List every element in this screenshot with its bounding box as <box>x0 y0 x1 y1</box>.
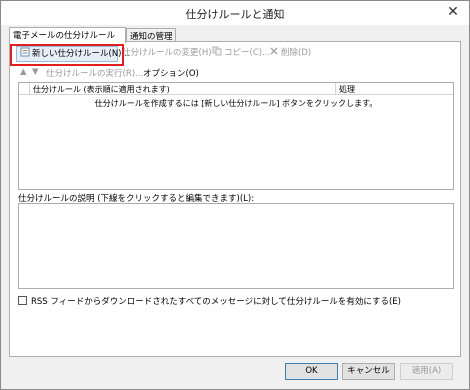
copy-label: コピー(C)... <box>224 48 271 58</box>
delete-icon <box>269 46 279 56</box>
apply-button[interactable]: 適用(A) <box>400 363 453 380</box>
title-bar: 仕分けルールと通知 ✕ <box>1 1 469 25</box>
change-rule-button[interactable]: 仕分けルールの変更(H) ▾ <box>122 46 219 62</box>
email-rules-panel: 新しい仕分けルール(N)... 仕分けルールの変更(H) ▾ コピー(C)... <box>9 41 461 357</box>
rules-list-header: 仕分けルール (表示順に適用されます) 処理 <box>19 83 453 95</box>
empty-list-message: 仕分けルールを作成するには [新しい仕分けルール] ボタンをクリックします。 <box>94 99 378 108</box>
rss-rules-checkbox[interactable] <box>18 296 27 305</box>
column-rule[interactable]: 仕分けルール (表示順に適用されます) <box>33 84 170 95</box>
move-up-icon[interactable]: ▲ <box>20 67 27 77</box>
column-action[interactable]: 処理 <box>339 84 355 95</box>
change-rule-label: 仕分けルールの変更(H) <box>122 48 212 58</box>
tab-manage-alerts[interactable]: 通知の管理 <box>126 28 176 42</box>
rules-secondary-toolbar: ▲ ▼ 仕分けルールの実行(R)... オプション(O) <box>16 66 456 80</box>
close-button[interactable]: ✕ <box>445 4 461 20</box>
column-separator <box>29 83 30 95</box>
options-button[interactable]: オプション(O) <box>143 67 199 79</box>
dialog-title: 仕分けルールと通知 <box>185 8 285 21</box>
copy-button[interactable]: コピー(C)... <box>212 46 270 62</box>
move-down-icon[interactable]: ▼ <box>32 67 39 77</box>
rules-list[interactable]: 仕分けルール (表示順に適用されます) 処理 仕分けルールを作成するには [新し… <box>18 82 454 190</box>
delete-label: 削除(D) <box>281 48 312 58</box>
rss-rules-label: RSS フィードからダウンロードされたすべてのメッセージに対して仕分けルールを有… <box>31 297 401 307</box>
highlight-annotation <box>10 44 124 66</box>
ok-button[interactable]: OK <box>285 363 338 380</box>
delete-button[interactable]: 削除(D) <box>269 46 311 62</box>
rule-description-box[interactable] <box>18 203 454 289</box>
copy-icon <box>212 46 222 56</box>
run-rules-button[interactable]: 仕分けルールの実行(R)... <box>46 67 143 79</box>
rules-dialog: 仕分けルールと通知 ✕ 電子メールの仕分けルール 通知の管理 新しい仕分けルール… <box>0 0 470 390</box>
tab-email-rules[interactable]: 電子メールの仕分けルール <box>9 27 126 43</box>
rss-rules-option[interactable]: RSS フィードからダウンロードされたすべてのメッセージに対して仕分けルールを有… <box>18 295 401 307</box>
cancel-button[interactable]: キャンセル <box>342 363 395 380</box>
column-separator <box>335 83 336 95</box>
